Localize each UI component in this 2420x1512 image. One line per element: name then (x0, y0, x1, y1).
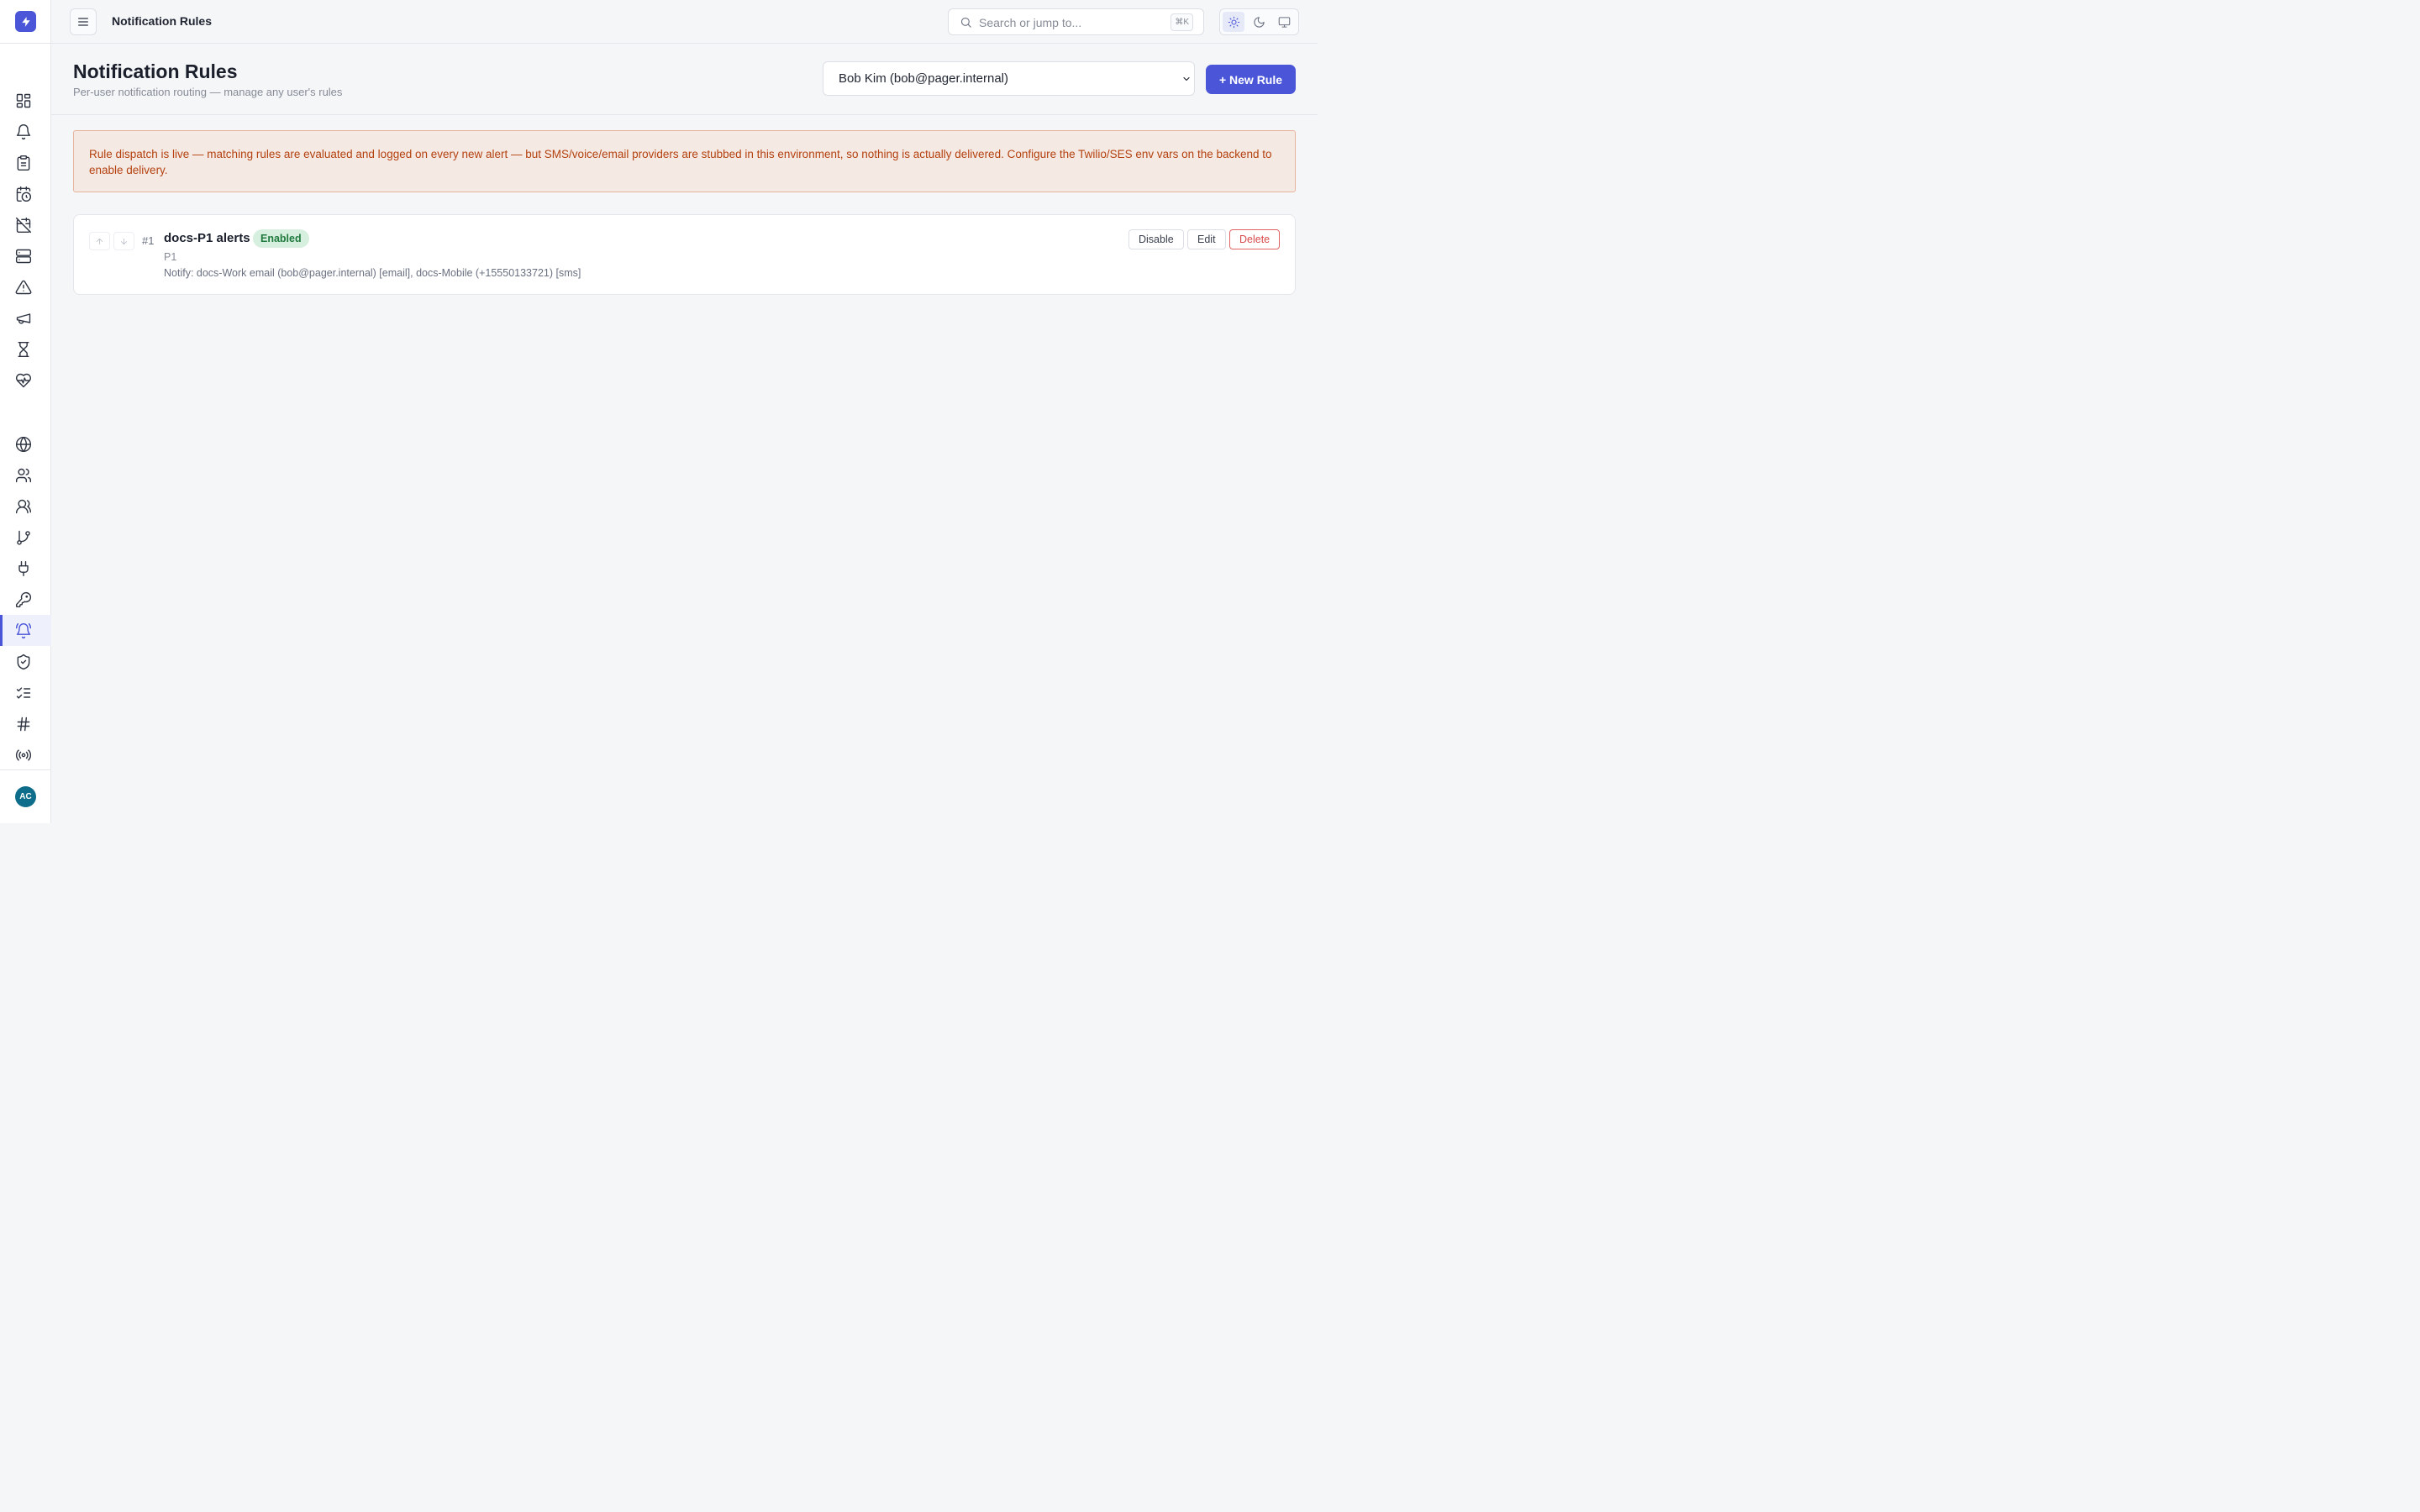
sidebar: AC (0, 0, 51, 823)
sidebar-divider (0, 769, 51, 770)
sidebar-item-channels[interactable] (0, 708, 51, 739)
theme-system-button[interactable] (1273, 12, 1295, 32)
sidebar-item-security[interactable] (0, 646, 51, 677)
hamburger-icon (78, 18, 88, 26)
rule-name: docs-P1 alerts (164, 231, 250, 245)
status-badge: Enabled (253, 229, 309, 248)
bell-icon (16, 123, 30, 139)
rule-priority: P1 (164, 251, 177, 263)
sidebar-item-teams[interactable] (0, 459, 51, 491)
theme-light-button[interactable] (1223, 12, 1244, 32)
grid-icon (16, 93, 30, 108)
sidebar-item-services[interactable] (0, 240, 51, 271)
warning-triangle-icon (15, 280, 31, 294)
arrow-up-icon (96, 238, 103, 244)
sidebar-item-status-pages[interactable] (0, 428, 51, 459)
megaphone-icon (16, 312, 30, 323)
radio-icon (15, 748, 31, 761)
sidebar-item-timers[interactable] (0, 333, 51, 365)
hash-icon (17, 717, 29, 731)
sidebar-item-alerts[interactable] (0, 116, 51, 147)
theme-switcher (1219, 8, 1299, 35)
users-alt-icon (15, 499, 31, 513)
rule-notify-targets: Notify: docs-Work email (bob@pager.inter… (164, 267, 581, 279)
sidebar-item-announcements[interactable] (0, 302, 51, 333)
plug-icon (18, 560, 29, 576)
sidebar-item-checklists[interactable] (0, 677, 51, 708)
edit-button[interactable]: Edit (1187, 229, 1226, 249)
sidebar-item-users[interactable] (0, 491, 51, 522)
delivery-warning-banner: Rule dispatch is live — matching rules a… (73, 130, 1296, 192)
server-icon (15, 249, 31, 263)
list-check-icon (16, 686, 30, 699)
clipboard-icon (17, 155, 29, 171)
sidebar-item-dashboard[interactable] (0, 85, 51, 116)
bell-ring-icon (15, 622, 31, 638)
new-rule-button[interactable]: + New Rule (1206, 65, 1296, 94)
avatar[interactable]: AC (15, 786, 36, 807)
disable-button[interactable]: Disable (1128, 229, 1184, 249)
git-branch-icon (16, 530, 30, 545)
hourglass-icon (17, 341, 29, 357)
search-input[interactable] (979, 14, 1164, 31)
menu-toggle-button[interactable] (70, 8, 97, 35)
rule-card: #1 docs-P1 alerts Enabled P1 Notify: doc… (73, 214, 1296, 295)
page-header: Notification Rules Per-user notification… (51, 44, 1318, 115)
sidebar-item-api-keys[interactable] (0, 584, 51, 615)
user-select[interactable]: Bob Kim (bob@pager.internal) (823, 61, 1195, 96)
page-title: Notification Rules (73, 60, 238, 82)
key-icon (15, 591, 31, 607)
move-up-button[interactable] (89, 232, 110, 250)
users-icon (15, 468, 31, 482)
page-subtitle: Per-user notification routing — manage a… (73, 86, 343, 98)
sidebar-item-escalation[interactable] (0, 522, 51, 553)
moon-icon (1253, 16, 1265, 28)
move-down-button[interactable] (113, 232, 134, 250)
search-box[interactable]: ⌘K (948, 8, 1204, 35)
shield-check-icon (17, 654, 29, 669)
app-root: AC Notification Rules ⌘K Notification Ru… (0, 0, 1318, 823)
sidebar-item-broadcast[interactable] (0, 739, 51, 770)
monitor-icon (1278, 16, 1290, 28)
sidebar-item-notification-rules[interactable] (0, 615, 51, 646)
calendar-clock-icon (16, 186, 31, 202)
arrow-down-icon (120, 238, 128, 244)
globe-icon (15, 436, 31, 452)
sun-icon (1228, 16, 1239, 28)
theme-dark-button[interactable] (1248, 12, 1270, 32)
sidebar-item-integrations[interactable] (0, 553, 51, 584)
topbar-title: Notification Rules (112, 14, 213, 28)
sidebar-divider (0, 43, 51, 44)
lightning-icon (21, 16, 30, 27)
search-shortcut-hint: ⌘K (1171, 13, 1193, 31)
sidebar-item-maintenance[interactable] (0, 209, 51, 240)
search-icon (960, 17, 971, 28)
sidebar-item-warnings[interactable] (0, 271, 51, 302)
sidebar-item-schedules[interactable] (0, 178, 51, 209)
calendar-off-icon (15, 217, 31, 233)
top-bar: Notification Rules ⌘K (51, 0, 1318, 44)
heart-pulse-icon (15, 373, 31, 387)
rule-index: #1 (142, 234, 155, 247)
delete-button[interactable]: Delete (1229, 229, 1281, 249)
sidebar-item-incidents[interactable] (0, 147, 51, 178)
app-logo[interactable] (15, 11, 36, 32)
sidebar-item-health[interactable] (0, 365, 51, 396)
